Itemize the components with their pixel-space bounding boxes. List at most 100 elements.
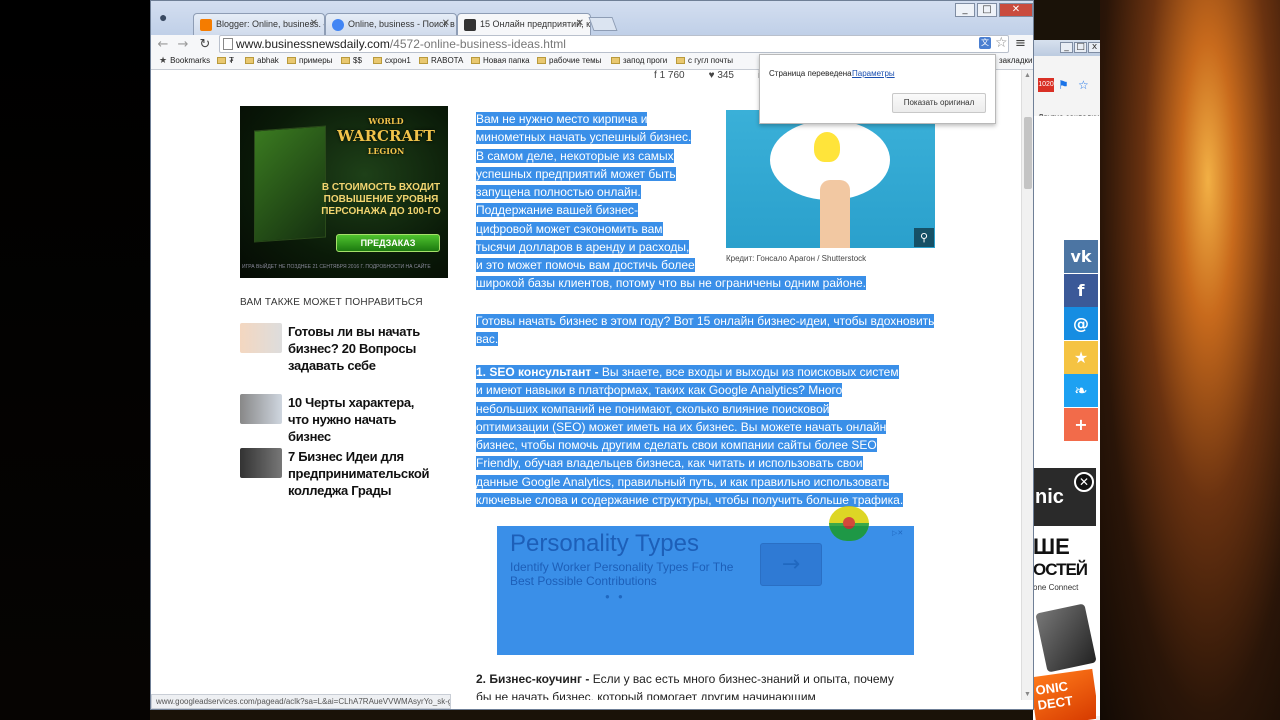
arrow-right-icon[interactable]: → bbox=[760, 543, 822, 586]
bg-minimize-button[interactable]: _ bbox=[1060, 42, 1073, 53]
bookmark-folder[interactable]: $$ bbox=[341, 56, 362, 65]
star-icon: ★ bbox=[159, 56, 168, 66]
folder-icon bbox=[537, 57, 546, 64]
bookmark-star-icon[interactable]: ★ bbox=[1064, 340, 1098, 374]
image-credit: Кредит: Гонсало Арагон / Shutterstock bbox=[726, 254, 867, 263]
mail-icon[interactable]: @ bbox=[1064, 307, 1098, 340]
maximize-button[interactable]: □ bbox=[977, 3, 997, 17]
browser-window: ● Blogger: Online, business. – ✕ Online,… bbox=[150, 0, 1034, 710]
preorder-button[interactable]: ПРЕДЗАКАЗ bbox=[336, 234, 440, 252]
close-tab-icon[interactable]: ✕ bbox=[442, 18, 450, 29]
warcraft-logo: WORLD WARCRAFT LEGION bbox=[337, 116, 435, 156]
bookmark-folder[interactable]: abhak bbox=[245, 56, 279, 65]
more-share-icon[interactable]: + bbox=[1064, 407, 1098, 441]
tab-article[interactable]: 15 Онлайн предприятий, ко ✕ bbox=[457, 13, 591, 35]
url-path: /4572-online-business-ideas.html bbox=[389, 37, 566, 51]
background-window-titlebar: _ □ x bbox=[1034, 40, 1100, 56]
related-title[interactable]: Готовы ли вы начать бизнес? 20 Вопросы з… bbox=[288, 323, 438, 374]
related-thumb bbox=[240, 323, 282, 353]
star-ext-icon[interactable]: ☆ bbox=[1078, 78, 1092, 92]
bookmark-folder[interactable]: RABOTA bbox=[419, 56, 463, 65]
tab-title: 15 Онлайн предприятий, ко bbox=[480, 19, 591, 29]
related-title[interactable]: 7 Бизнес Идеи для предпринимательской ко… bbox=[288, 448, 438, 499]
article-paragraph-2: Готовы начать бизнес в этом году? Вот 15… bbox=[476, 314, 935, 347]
section-heading: 2. Бизнес-коучинг - bbox=[476, 672, 590, 686]
translate-popup: Страница переведена Параметры Показать о… bbox=[759, 54, 996, 124]
personality-types-ad[interactable]: Personality Types Identify Worker Person… bbox=[497, 526, 914, 655]
bookmark-star-icon[interactable]: ☆ bbox=[995, 35, 1008, 51]
folder-icon bbox=[419, 57, 428, 64]
warcraft-ad[interactable]: WORLD WARCRAFT LEGION В СТОИМОСТЬ ВХОДИТ… bbox=[240, 106, 448, 278]
bg-close-button[interactable]: x bbox=[1088, 42, 1100, 53]
warcraft-fine-print: ИГРА ВЫЙДЕТ НЕ ПОЗДНЕЕ 21 СЕНТЯБРЯ 2016 … bbox=[242, 264, 431, 270]
forward-button[interactable]: → bbox=[175, 37, 191, 53]
new-tab-button[interactable] bbox=[588, 17, 618, 31]
ad-subtitle: Identify Worker Personality Types For Th… bbox=[510, 560, 734, 588]
related-title[interactable]: 10 Черты характера, что нужно начать биз… bbox=[288, 394, 438, 445]
bookmark-folder[interactable]: с гугл почты bbox=[676, 56, 733, 65]
folder-icon bbox=[471, 57, 480, 64]
close-ad-button[interactable]: ✕ bbox=[1074, 472, 1094, 492]
status-bar: www.googleadservices.com/pagead/aclk?sa=… bbox=[151, 694, 451, 709]
right-ad-line3: one Connect bbox=[1033, 583, 1079, 592]
close-window-button[interactable]: ✕ bbox=[999, 3, 1033, 17]
browser-titlebar: ● Blogger: Online, business. – ✕ Online,… bbox=[151, 1, 1033, 35]
user-profile-icon[interactable]: ● bbox=[159, 9, 181, 27]
bookmark-folder[interactable]: примеры bbox=[287, 56, 332, 65]
ad-title[interactable]: Personality Types bbox=[510, 530, 699, 558]
folder-icon bbox=[341, 57, 350, 64]
folder-icon bbox=[245, 57, 254, 64]
bookmark-folder[interactable]: Новая папка bbox=[471, 56, 530, 65]
section-heading: 1. SEO консультант - bbox=[476, 365, 599, 379]
article-paragraph-3: 1. SEO консультант - Вы знаете, все вход… bbox=[476, 365, 904, 508]
bookmark-folder[interactable]: закладки bbox=[999, 56, 1032, 65]
mail-ext-icon[interactable]: 1020 bbox=[1038, 78, 1054, 92]
page-viewport: f 1 760♥ 345in WORLD WARCRAFT LEGION В С… bbox=[151, 70, 1021, 700]
article-paragraph-1: Вам не нужно место кирпича и минометных … bbox=[476, 112, 695, 273]
folder-icon bbox=[373, 57, 382, 64]
cursor-highlight bbox=[829, 506, 869, 541]
flag-ext-icon[interactable]: ⚑ bbox=[1058, 78, 1072, 92]
facebook-icon[interactable]: f bbox=[1064, 273, 1098, 307]
folder-icon bbox=[287, 57, 296, 64]
bookmark-folder[interactable]: запод проги bbox=[611, 56, 667, 65]
google-icon bbox=[332, 19, 344, 31]
close-tab-icon[interactable]: ✕ bbox=[310, 18, 318, 29]
page-scrollbar[interactable]: ▲ ▼ bbox=[1021, 70, 1033, 700]
twitter-icon[interactable]: ❧ bbox=[1064, 374, 1098, 407]
article-paragraph-4: 2. Бизнес-коучинг - Если у вас есть мног… bbox=[476, 672, 894, 700]
translate-params-link[interactable]: Параметры bbox=[852, 69, 895, 78]
carousel-dots[interactable]: ● ● bbox=[605, 592, 626, 601]
back-button[interactable]: ← bbox=[155, 37, 171, 53]
tab-blogger[interactable]: Blogger: Online, business. – ✕ bbox=[193, 13, 325, 35]
bookmark-folder[interactable]: рабочие темы bbox=[537, 56, 601, 65]
vk-icon[interactable]: vk bbox=[1064, 240, 1098, 273]
adchoices-icon[interactable]: ▷✕ bbox=[892, 529, 903, 537]
bookmark-bookmarks[interactable]: ★ Bookmarks bbox=[159, 56, 210, 66]
address-bar[interactable]: www.businessnewsdaily.com/4572-online-bu… bbox=[219, 35, 1009, 53]
right-side-ad[interactable]: nic ШЕ ОСТЕЙ one Connect ONIC DECT bbox=[1033, 468, 1096, 720]
also-like-heading: ВАМ ТАКЖЕ МОЖЕТ ПОНРАВИТЬСЯ bbox=[240, 297, 423, 308]
bookmark-folder[interactable]: схрон1 bbox=[373, 56, 411, 65]
desktop-background-right bbox=[1100, 0, 1280, 720]
scroll-up-arrow-icon[interactable]: ▲ bbox=[1024, 72, 1031, 79]
reload-button[interactable]: ↻ bbox=[197, 37, 213, 53]
bookmark-folder[interactable]: ₮ bbox=[217, 56, 234, 65]
tab-google-search[interactable]: Online, business - Поиск в G ✕ bbox=[325, 13, 457, 35]
lightbulb-image[interactable]: ⚲ bbox=[726, 110, 935, 248]
right-ad-line2: ОСТЕЙ bbox=[1033, 560, 1088, 579]
scroll-thumb[interactable] bbox=[1024, 117, 1032, 189]
zoom-icon[interactable]: ⚲ bbox=[914, 228, 934, 247]
desktop-background-left bbox=[0, 0, 150, 720]
blogger-icon bbox=[200, 19, 212, 31]
show-original-button[interactable]: Показать оригинал bbox=[892, 93, 986, 113]
scroll-down-arrow-icon[interactable]: ▼ bbox=[1024, 691, 1031, 698]
close-tab-icon[interactable]: ✕ bbox=[576, 18, 584, 29]
minimize-button[interactable]: _ bbox=[955, 3, 975, 17]
menu-icon[interactable]: ≡ bbox=[1015, 36, 1026, 51]
translate-message: Страница переведена bbox=[769, 69, 852, 78]
bg-maximize-button[interactable]: □ bbox=[1074, 42, 1087, 53]
phone-image bbox=[1035, 603, 1096, 673]
right-ad-promo: ONIC DECT bbox=[1033, 668, 1096, 720]
translate-icon[interactable]: 文 bbox=[979, 37, 991, 49]
